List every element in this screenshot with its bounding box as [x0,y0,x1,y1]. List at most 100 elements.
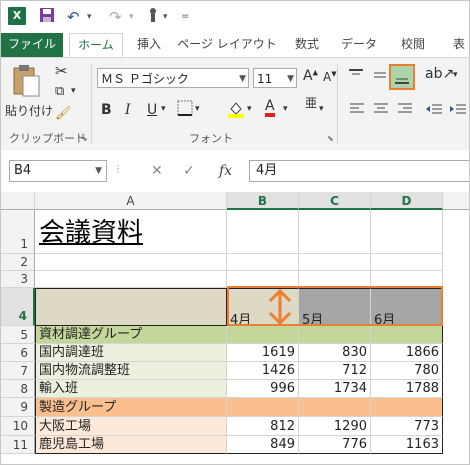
underline-button[interactable]: U [147,102,157,118]
orientation-icon[interactable]: ab↗ [425,66,454,82]
font-size-combo[interactable]: 11 ▼ [253,68,297,88]
value-cell[interactable]: 780 [371,362,443,380]
align-bottom-icon[interactable] [389,64,415,90]
italic-button[interactable]: I [125,102,131,118]
customize-qat-icon[interactable]: = [181,7,189,27]
cell-a3[interactable] [35,271,227,288]
row-label-cell[interactable]: 国内調達班 [35,344,227,362]
cell-d2[interactable] [371,254,443,271]
value-cell[interactable]: 1163 [371,436,443,454]
row-header[interactable]: 2 [1,254,35,271]
tab-file[interactable]: ファイル [1,33,63,57]
row-label-cell[interactable]: 輸入班 [35,380,227,398]
undo-dropdown-icon[interactable]: ▾ [87,7,92,27]
column-header-b[interactable]: B [227,192,299,210]
tab-home[interactable]: ホーム [69,33,123,58]
value-cell[interactable]: 1290 [299,417,371,436]
value-cell[interactable]: 830 [299,344,371,362]
value-cell[interactable]: 996 [227,380,299,398]
increase-indent-icon[interactable] [449,102,467,119]
value-cell[interactable] [227,326,299,344]
formula-input[interactable]: 4月 [249,160,469,182]
clipboard-launcher-icon[interactable]: ⬊ [81,134,88,143]
copy-dropdown-icon[interactable]: ▾ [71,86,76,96]
touch-mode-icon[interactable] [147,7,161,28]
value-cell[interactable] [371,326,443,344]
value-cell[interactable] [299,326,371,344]
align-top-icon[interactable] [347,68,365,85]
value-cell[interactable]: 773 [371,417,443,436]
cancel-icon[interactable]: ✕ [151,160,163,182]
row-header[interactable]: 3 [1,271,35,288]
name-box[interactable]: B4 ▼ [9,160,107,182]
save-icon[interactable] [39,7,55,28]
orientation-dropdown-icon[interactable]: ▾ [453,70,458,80]
borders-icon[interactable] [177,100,193,119]
bold-button[interactable]: B [101,102,112,118]
decrease-indent-icon[interactable] [425,102,443,119]
undo-icon[interactable]: ↶ [67,7,80,27]
tab-insert[interactable]: 挿入 [131,33,167,57]
value-cell[interactable]: 849 [227,436,299,454]
row-header[interactable]: 1 [1,210,35,254]
borders-dropdown-icon[interactable]: ▾ [195,104,200,114]
select-all-corner[interactable] [1,192,35,210]
column-header-c[interactable]: C [299,192,371,210]
copy-icon[interactable]: ⧉ [55,84,64,99]
tab-data[interactable]: データ [337,33,381,57]
touch-dropdown-icon[interactable]: ▾ [163,7,168,27]
tab-review[interactable]: 校閲 [393,33,433,57]
paste-icon[interactable] [11,64,47,104]
font-name-dropdown-icon[interactable]: ▼ [239,69,246,89]
cell-c2[interactable] [299,254,371,271]
cut-icon[interactable]: ✂ [55,62,68,80]
row-header[interactable]: 5 [1,326,35,344]
value-cell[interactable] [299,398,371,417]
row-header[interactable]: 9 [1,398,35,417]
value-cell[interactable]: 1619 [227,344,299,362]
value-cell[interactable] [227,398,299,417]
value-cell[interactable]: 1734 [299,380,371,398]
row-header[interactable]: 8 [1,380,35,398]
row-label-cell[interactable]: 製造グループ [35,398,227,417]
tab-formulas[interactable]: 数式 [287,33,327,57]
phonetic-dropdown-icon[interactable]: ▾ [319,104,324,114]
row-label-cell[interactable]: 鹿児島工場 [35,436,227,454]
row-header[interactable]: 10 [1,417,35,436]
fill-color-dropdown-icon[interactable]: ▾ [247,104,252,114]
cell-c1[interactable] [299,210,371,254]
value-cell[interactable]: 1866 [371,344,443,362]
shrink-font-icon[interactable]: A▼ [323,70,337,84]
align-middle-icon[interactable] [371,68,389,85]
enter-icon[interactable]: ✓ [183,160,195,182]
cell-b1[interactable] [227,210,299,254]
row-header-selected[interactable]: 4 [1,288,35,326]
font-name-combo[interactable]: ＭＳ Ｐゴシック ▼ [97,68,249,88]
font-launcher-icon[interactable]: ⬊ [327,134,334,143]
grow-font-icon[interactable]: A▲ [303,68,318,84]
underline-dropdown-icon[interactable]: ▾ [161,104,166,114]
redo-dropdown-icon[interactable]: ▾ [129,7,134,27]
worksheet-grid[interactable]: A B C D 1 2 3 4 5 6 7 8 9 10 11 会議資料 4月 … [1,192,469,464]
name-box-dropdown-icon[interactable]: ▼ [95,161,102,181]
value-cell[interactable]: 1426 [227,362,299,380]
row-label-cell[interactable]: 大阪工場 [35,417,227,436]
cell-a4[interactable] [35,288,227,326]
fill-color-icon[interactable] [227,100,245,121]
cell-a1[interactable]: 会議資料 [35,210,227,254]
row-header[interactable]: 7 [1,362,35,380]
tab-view[interactable]: 表 [447,33,469,57]
phonetic-guide-icon[interactable]: 亜 [305,94,317,111]
row-header[interactable]: 6 [1,344,35,362]
font-size-dropdown-icon[interactable]: ▼ [287,69,294,89]
row-label-cell[interactable]: 国内物流調整班 [35,362,227,380]
align-center-icon[interactable] [373,102,389,119]
format-painter-icon[interactable]: 🖌 [55,106,72,121]
value-cell[interactable]: 712 [299,362,371,380]
cell-a2[interactable] [35,254,227,271]
align-right-icon[interactable] [397,102,413,119]
value-cell[interactable]: 776 [299,436,371,454]
tab-page-layout[interactable]: ページ レイアウト [177,33,277,57]
row-header[interactable]: 11 [1,436,35,454]
cell-b2[interactable] [227,254,299,271]
